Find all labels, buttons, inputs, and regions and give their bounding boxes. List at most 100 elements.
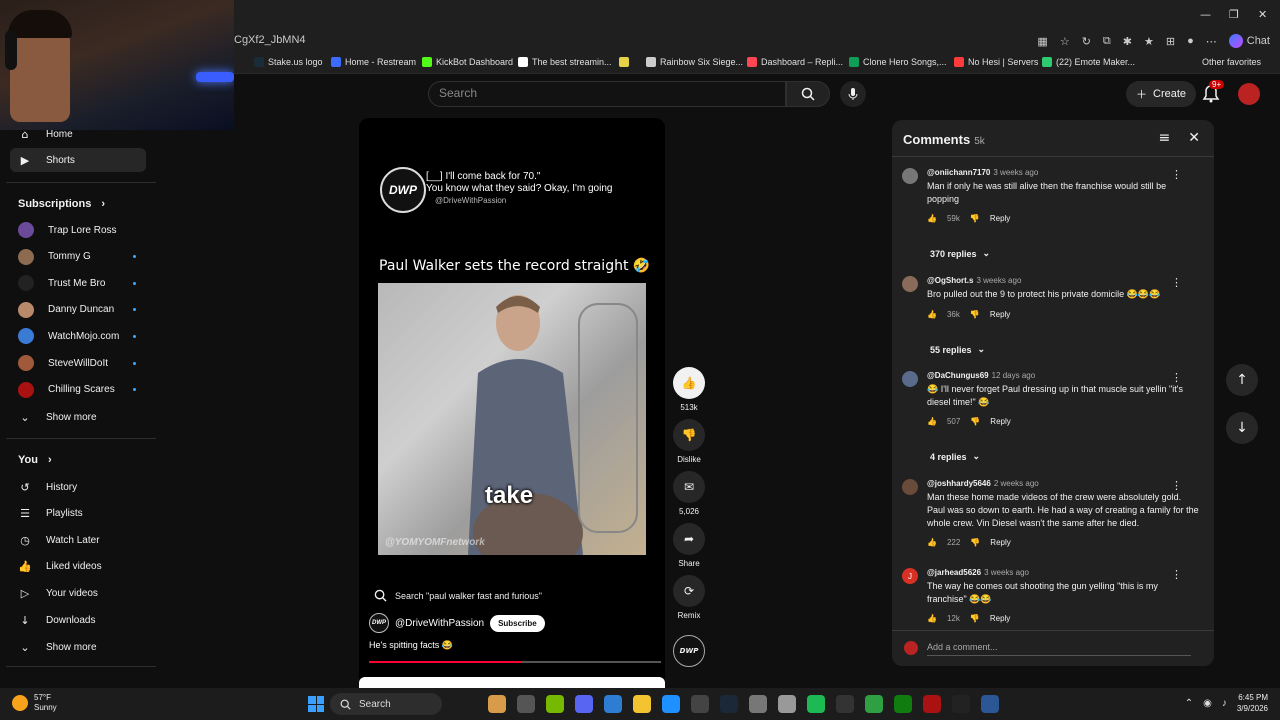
like-icon[interactable]: 👍: [927, 614, 937, 623]
app-icon[interactable]: [952, 695, 970, 713]
channel-avatar[interactable]: DWP: [369, 613, 389, 633]
bookmark-item[interactable]: [619, 57, 633, 67]
address-text[interactable]: CgXf2_JbMN4: [234, 34, 306, 46]
show-more-you[interactable]: ⌄ Show more: [10, 635, 146, 659]
bookmark-item[interactable]: Rainbow Six Siege...: [646, 57, 743, 67]
bookmark-item[interactable]: Home - Restream: [331, 57, 416, 67]
dislike-action[interactable]: 👎 Dislike: [673, 419, 705, 464]
more-options-icon[interactable]: ⋮: [1171, 479, 1182, 492]
bookmark-item[interactable]: No Hesi | Servers: [954, 57, 1038, 67]
app-icon[interactable]: [836, 695, 854, 713]
like-icon[interactable]: 👍: [927, 417, 937, 426]
subscriptions-heading[interactable]: Subscriptions ›: [18, 198, 105, 210]
view-replies-button[interactable]: 55 replies ⌄: [930, 344, 985, 355]
wifi-icon[interactable]: ◉: [1203, 698, 1212, 709]
video-progress-bar[interactable]: [369, 661, 661, 663]
sidebar-subscription-item[interactable]: Trap Lore Ross: [10, 218, 146, 242]
sidebar-item-watch-later[interactable]: ◷ Watch Later: [10, 528, 146, 552]
like-icon[interactable]: 👍: [927, 538, 937, 547]
avatar[interactable]: [902, 479, 918, 495]
video-description[interactable]: He's spitting facts 😂: [369, 640, 453, 651]
profile-icon[interactable]: ●: [1187, 35, 1194, 47]
dislike-icon[interactable]: 👎: [970, 214, 980, 223]
like-action[interactable]: 👍 513k: [673, 367, 705, 412]
dislike-icon[interactable]: 👎: [970, 310, 980, 319]
comment-author[interactable]: @joshhardy5646 2 weeks ago: [927, 479, 1039, 488]
chevron-up-icon[interactable]: ⌃: [1185, 698, 1193, 709]
remix-action[interactable]: ⟳ Remix: [673, 575, 705, 620]
task-view-icon[interactable]: [517, 695, 535, 713]
extensions-icon[interactable]: ✱: [1123, 35, 1132, 48]
like-icon[interactable]: 👍: [927, 310, 937, 319]
account-avatar[interactable]: [1238, 83, 1260, 105]
comment-author[interactable]: @oniichann7170 3 weeks ago: [927, 168, 1038, 177]
spotify-icon[interactable]: [807, 695, 825, 713]
view-replies-button[interactable]: 370 replies ⌄: [930, 248, 990, 259]
more-options-icon[interactable]: ⋮: [1171, 371, 1182, 384]
share-icon[interactable]: ➦: [673, 523, 705, 555]
reader-icon[interactable]: ▦: [1037, 35, 1047, 48]
you-heading[interactable]: You ›: [18, 454, 52, 466]
settings-icon[interactable]: [778, 695, 796, 713]
sidebar-item-shorts[interactable]: ▶ Shorts: [10, 148, 146, 172]
avatar[interactable]: [902, 168, 918, 184]
create-button[interactable]: ＋ Create: [1126, 81, 1197, 107]
comment-author[interactable]: @OgShort.s 3 weeks ago: [927, 276, 1021, 285]
more-options-icon[interactable]: ⋮: [1171, 276, 1182, 289]
close-icon[interactable]: ✕: [1188, 130, 1200, 146]
more-options-icon[interactable]: ⋮: [1171, 568, 1182, 581]
maximize-icon[interactable]: ❐: [1229, 8, 1239, 21]
bookmark-item[interactable]: (22) Emote Maker...: [1042, 57, 1135, 67]
remix-icon[interactable]: ⟳: [673, 575, 705, 607]
show-more-subscriptions[interactable]: ⌄ Show more: [10, 405, 146, 429]
sidebar-item-playlists[interactable]: ☰ Playlists: [10, 502, 146, 526]
avatar[interactable]: [902, 371, 918, 387]
add-comment-row[interactable]: Add a comment...: [892, 630, 1214, 666]
split-icon[interactable]: ⧉: [1103, 35, 1111, 48]
edge-icon[interactable]: [662, 695, 680, 713]
app-icon[interactable]: [923, 695, 941, 713]
subscribe-button[interactable]: Subscribe: [490, 614, 545, 632]
reply-button[interactable]: Reply: [990, 310, 1010, 319]
close-window-icon[interactable]: ✕: [1258, 8, 1267, 21]
comment-author[interactable]: @DaChungus69 12 days ago: [927, 371, 1035, 380]
channel-disc[interactable]: DWP: [673, 635, 705, 671]
start-button[interactable]: [308, 696, 324, 712]
sidebar-subscription-item[interactable]: Chilling Scares: [10, 378, 146, 402]
app-icon[interactable]: [604, 695, 622, 713]
bookmark-item[interactable]: The best streamin...: [518, 57, 612, 67]
sidebar-subscription-item[interactable]: Tommy G: [10, 245, 146, 269]
comments-action[interactable]: ✉ 5,026: [673, 471, 705, 516]
add-comment-input[interactable]: Add a comment...: [927, 642, 1191, 656]
more-icon[interactable]: ⋯: [1206, 35, 1217, 48]
dislike-icon[interactable]: 👎: [970, 417, 980, 426]
bookmark-item[interactable]: Dashboard – Repli...: [747, 57, 843, 67]
dislike-icon[interactable]: 👎: [673, 419, 705, 451]
sidebar-subscription-item[interactable]: Danny Duncan: [10, 298, 146, 322]
sidebar-item-your-videos[interactable]: ▷ Your videos: [10, 581, 146, 605]
next-short-button[interactable]: ↓: [1226, 412, 1258, 444]
favorites-icon[interactable]: ★: [1144, 35, 1154, 48]
sidebar-subscription-item[interactable]: WatchMojo.com: [10, 324, 146, 348]
search-input[interactable]: Search: [428, 81, 786, 107]
collections-icon[interactable]: ⊞: [1166, 35, 1175, 48]
app-icon[interactable]: [691, 695, 709, 713]
reply-button[interactable]: Reply: [990, 214, 1010, 223]
dislike-icon[interactable]: 👎: [970, 614, 980, 623]
other-favorites[interactable]: Other favorites: [1202, 57, 1261, 67]
bookmark-item[interactable]: Clone Hero Songs,...: [849, 57, 947, 67]
nvidia-icon[interactable]: [546, 695, 564, 713]
discord-icon[interactable]: [575, 695, 593, 713]
taskbar-search[interactable]: Search: [330, 693, 442, 715]
search-button[interactable]: [786, 81, 830, 107]
minimize-icon[interactable]: —: [1200, 8, 1211, 21]
app-icon[interactable]: [865, 695, 883, 713]
app-icon[interactable]: [981, 695, 999, 713]
voice-search-button[interactable]: [840, 81, 866, 107]
xbox-icon[interactable]: [894, 695, 912, 713]
bookmark-item[interactable]: KickBot Dashboard: [422, 57, 513, 67]
reply-button[interactable]: Reply: [990, 417, 1010, 426]
sort-icon[interactable]: ≡: [1159, 130, 1171, 146]
app-icon[interactable]: [749, 695, 767, 713]
bookmark-item[interactable]: Stake.us logo: [254, 57, 323, 67]
